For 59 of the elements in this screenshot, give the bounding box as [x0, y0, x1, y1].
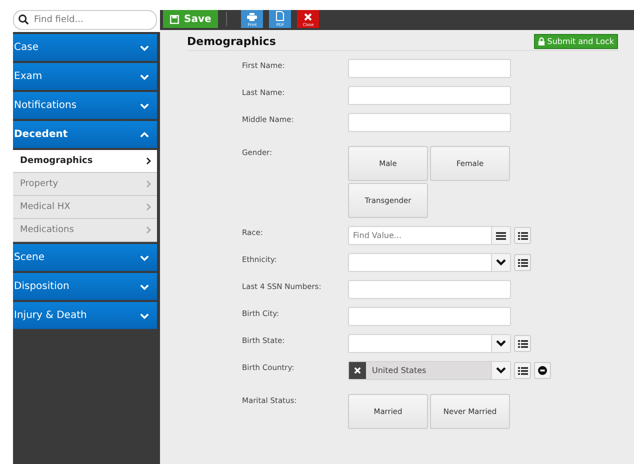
- printer-icon: [247, 13, 258, 21]
- list-button[interactable]: [514, 362, 531, 379]
- sidebar-item[interactable]: Demographics: [13, 150, 157, 173]
- remove-button[interactable]: [534, 362, 551, 379]
- sidebar-section[interactable]: Scene: [13, 244, 157, 271]
- search-field[interactable]: Find field...: [13, 10, 157, 30]
- chevron-down-icon: [140, 44, 149, 50]
- menu-button[interactable]: [491, 227, 510, 244]
- chevron-right-icon: [146, 226, 151, 234]
- text-field[interactable]: [348, 113, 511, 132]
- lookup-field[interactable]: Find Value...: [348, 226, 511, 245]
- sidebar-item[interactable]: Medical HX: [13, 196, 157, 219]
- list-button[interactable]: [514, 227, 531, 244]
- list-icon: [518, 232, 528, 240]
- text-field[interactable]: [348, 280, 511, 299]
- chevron-down-icon: [140, 254, 149, 260]
- chevron-down-icon: [140, 74, 149, 80]
- text-field[interactable]: [348, 59, 511, 78]
- chevron-down-icon: [140, 284, 149, 290]
- search-icon: [18, 14, 29, 25]
- sidebar-section[interactable]: Case: [13, 34, 157, 61]
- save-button[interactable]: Save: [163, 10, 218, 28]
- list-icon: [518, 258, 528, 266]
- document-icon: [276, 11, 284, 21]
- dropdown-field[interactable]: United States: [348, 361, 511, 380]
- menu-icon: [496, 232, 506, 240]
- sidebar-item[interactable]: Property: [13, 173, 157, 196]
- chevron-down-icon: [140, 312, 149, 318]
- lock-icon: [538, 37, 546, 46]
- list-button[interactable]: [514, 335, 531, 352]
- list-icon: [518, 340, 528, 348]
- chevron-down-icon: [140, 102, 149, 108]
- chevron-right-icon: [146, 157, 151, 165]
- minus-circle-icon: [538, 366, 547, 375]
- chevron-up-icon: [140, 132, 149, 138]
- sidebar-section[interactable]: Notifications: [13, 92, 157, 119]
- submit-button[interactable]: Submit and Lock: [534, 34, 618, 49]
- dropdown-field[interactable]: [348, 334, 511, 353]
- chevron-right-icon: [146, 180, 151, 188]
- chevron-down-icon: [496, 340, 506, 347]
- floppy-icon: [170, 14, 179, 24]
- chevron-down-icon: [496, 259, 506, 266]
- close-icon: [354, 367, 361, 374]
- sidebar-section[interactable]: Disposition: [13, 273, 157, 300]
- dropdown-field[interactable]: [348, 253, 511, 272]
- sidebar-section[interactable]: Decedent: [13, 121, 157, 148]
- text-input[interactable]: Find Value...: [349, 227, 491, 244]
- section-title: Demographics: [187, 35, 276, 48]
- chevron-down-icon: [496, 367, 506, 374]
- text-field[interactable]: [348, 307, 511, 326]
- clear-button[interactable]: [349, 362, 366, 379]
- sidebar-section[interactable]: Injury & Death: [13, 302, 157, 329]
- close-icon: [304, 13, 312, 21]
- text-field[interactable]: [348, 86, 511, 105]
- chevron-right-icon: [146, 203, 151, 211]
- sidebar-item[interactable]: Medications: [13, 219, 157, 242]
- list-icon: [518, 366, 528, 374]
- sidebar-section[interactable]: Exam: [13, 63, 157, 90]
- list-button[interactable]: [514, 254, 531, 271]
